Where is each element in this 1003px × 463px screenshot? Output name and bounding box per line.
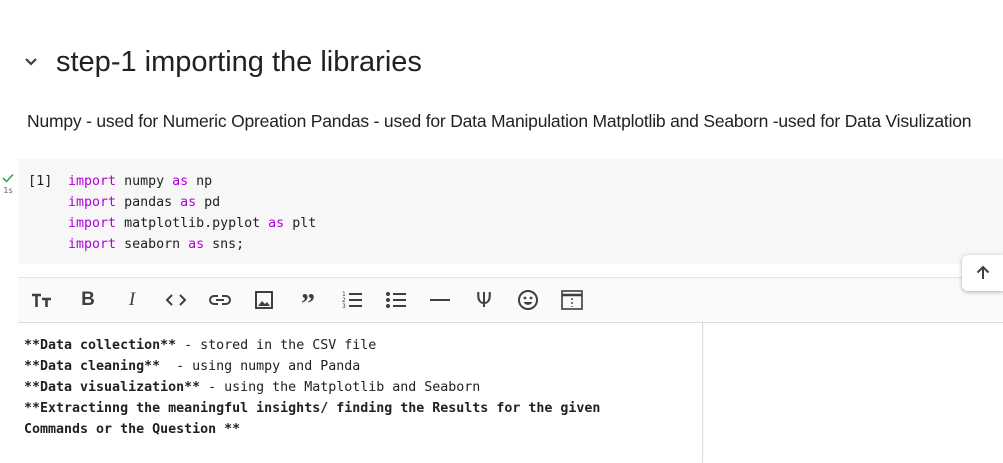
svg-text:3: 3 bbox=[342, 303, 346, 310]
markdown-line: **Data collection** - stored in the CSV … bbox=[24, 338, 377, 353]
markdown-line: **Extractinng the meaningful insights/ f… bbox=[24, 401, 601, 416]
execution-time: 1s bbox=[3, 186, 13, 195]
move-cell-up-button[interactable] bbox=[962, 255, 1003, 291]
collapse-chevron-icon[interactable] bbox=[18, 49, 44, 75]
execution-status: 1s bbox=[0, 170, 16, 195]
code-line: import pandas as pd bbox=[68, 195, 221, 210]
arrow-up-icon bbox=[976, 265, 990, 279]
markdown-cell-editor[interactable]: B I ” 123 Ψ **Data collection** - stored… bbox=[18, 277, 1003, 463]
code-line: import numpy as np bbox=[68, 174, 213, 189]
section-header: step-1 importing the libraries bbox=[18, 40, 422, 84]
text-size-icon[interactable] bbox=[28, 286, 56, 314]
italic-icon[interactable]: I bbox=[118, 286, 146, 314]
markdown-preview-pane bbox=[704, 323, 1003, 463]
emoji-icon[interactable] bbox=[514, 286, 542, 314]
execution-count: [1] bbox=[28, 173, 53, 189]
bold-icon[interactable]: B bbox=[74, 286, 102, 314]
markdown-line: Commands or the Question ** bbox=[24, 422, 241, 437]
numbered-list-icon[interactable]: 123 bbox=[338, 286, 366, 314]
code-line: import seaborn as sns; bbox=[68, 237, 245, 252]
code-icon[interactable] bbox=[162, 286, 190, 314]
markdown-toolbar: B I ” 123 Ψ bbox=[18, 278, 1003, 323]
bullet-list-icon[interactable] bbox=[382, 286, 410, 314]
markdown-text-area[interactable]: **Data collection** - stored in the CSV … bbox=[18, 323, 703, 463]
preview-toggle-icon[interactable] bbox=[558, 286, 586, 314]
section-description: Numpy - used for Numeric Opreation Panda… bbox=[27, 111, 972, 131]
code-cell[interactable]: [1] import numpy as np import pandas as p… bbox=[18, 159, 1003, 264]
image-icon[interactable] bbox=[250, 286, 278, 314]
code-editor[interactable]: import numpy as np import pandas as pd imp… bbox=[68, 171, 316, 255]
latex-icon[interactable]: Ψ bbox=[470, 286, 498, 314]
link-icon[interactable] bbox=[206, 286, 234, 314]
quote-icon[interactable]: ” bbox=[294, 286, 322, 319]
markdown-line: **Data cleaning** - using numpy and Pand… bbox=[24, 359, 361, 374]
markdown-line: **Data visualization** - using the Matpl… bbox=[24, 380, 481, 395]
horizontal-rule-icon[interactable] bbox=[426, 286, 454, 314]
section-title: step-1 importing the libraries bbox=[56, 45, 422, 78]
success-check-icon bbox=[2, 173, 14, 183]
code-line: import matplotlib.pyplot as plt bbox=[68, 216, 317, 231]
